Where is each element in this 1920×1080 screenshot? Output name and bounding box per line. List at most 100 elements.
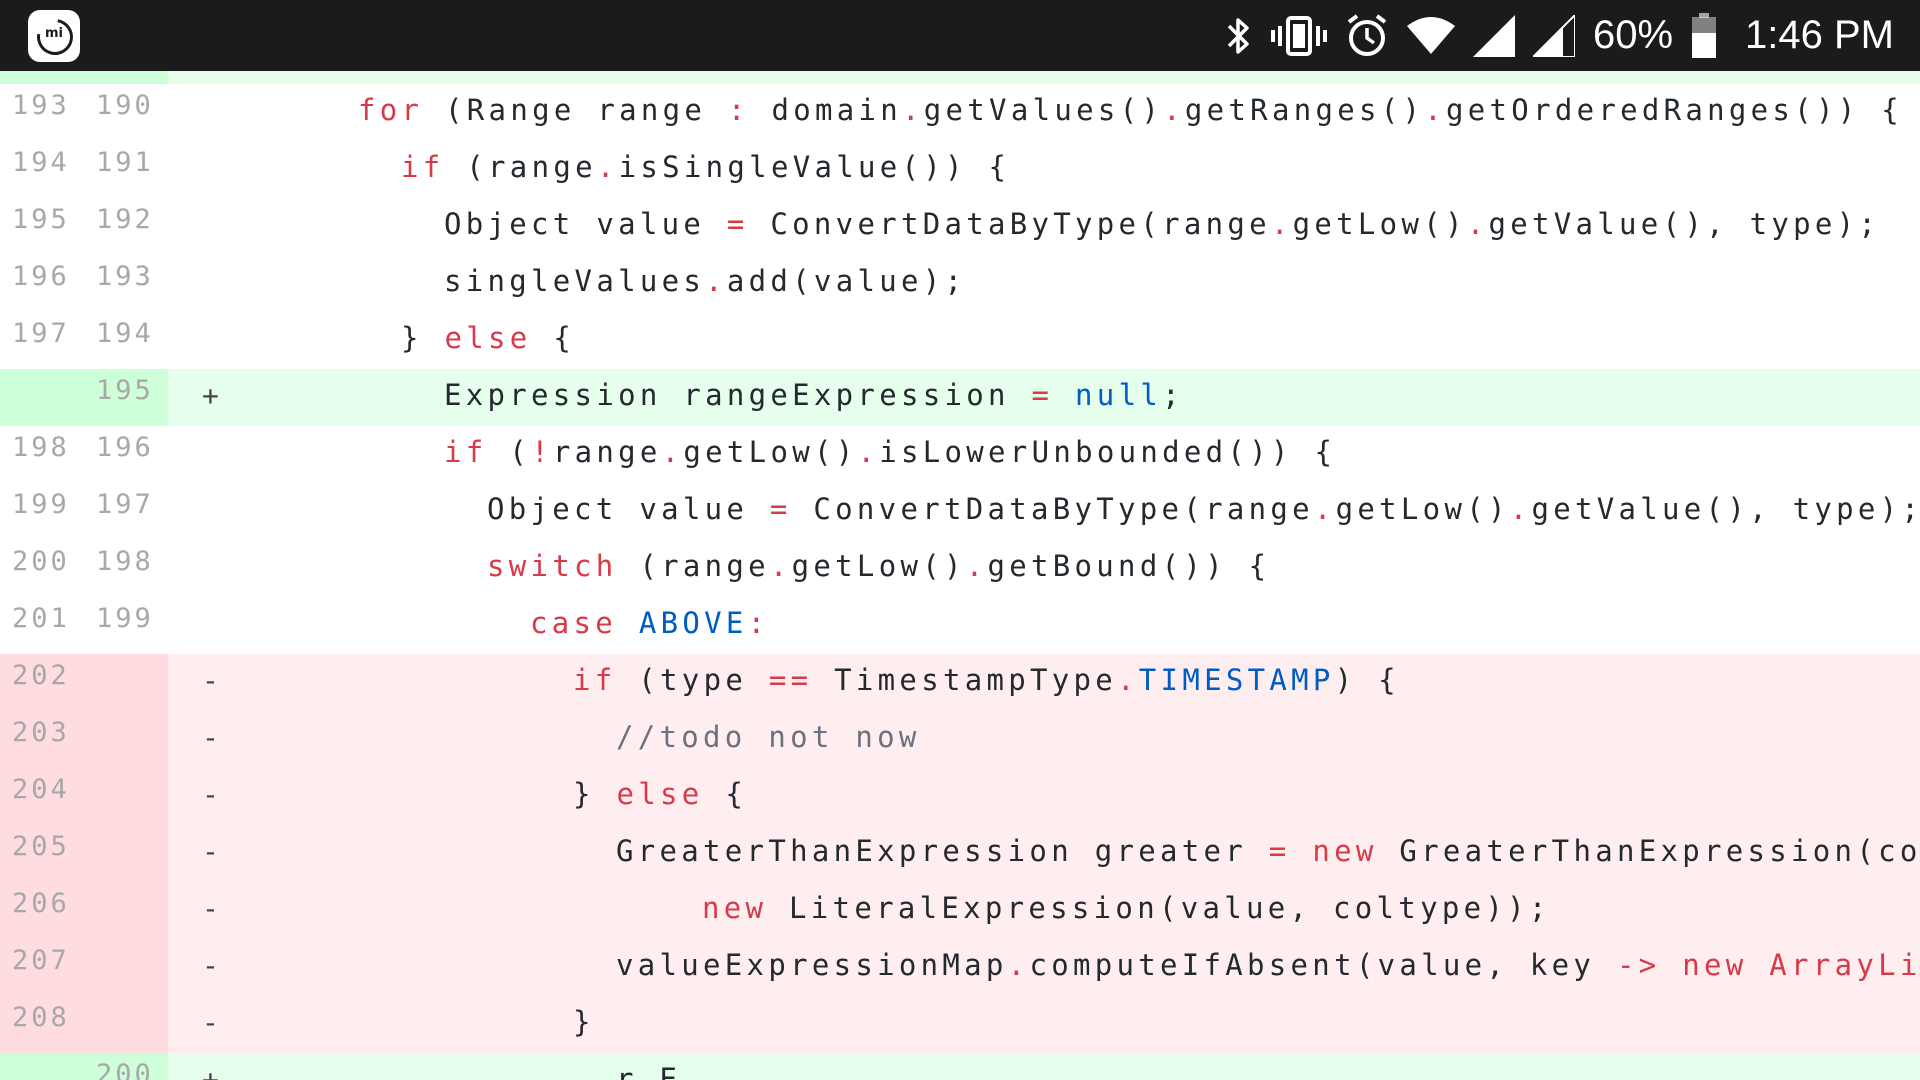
line-number-gutter: 193 190	[0, 84, 168, 141]
code-token: getLow()	[1335, 492, 1510, 526]
diff-marker: +	[202, 379, 219, 412]
code-line: //todo not now	[616, 720, 921, 754]
old-line-number: 198	[12, 432, 70, 463]
code-token: for	[358, 93, 424, 127]
line-number-gutter: 195	[0, 369, 168, 426]
diff-line-removed[interactable]: 205 - GreaterThanExpression greater = new …	[0, 825, 1920, 882]
code-token: Expression rangeExpression	[444, 378, 1032, 412]
code-line: Object value = ConvertDataByType(range.g…	[444, 207, 1880, 241]
code-line: Expression rangeExpression = null;	[444, 378, 1184, 412]
code-token: getValue(), type);	[1531, 492, 1920, 526]
diff-marker: -	[202, 664, 219, 697]
old-line-number: 201	[12, 603, 70, 634]
new-line-number: 191	[96, 147, 154, 178]
diff-line-removed[interactable]: 206 - new LiteralExpression(value, coltype…	[0, 882, 1920, 939]
code-token: ConvertDataByType(range	[791, 492, 1314, 526]
mi-app-label: mi	[44, 26, 63, 41]
code-token: .	[965, 549, 988, 583]
code-line: r.E	[616, 1062, 681, 1080]
old-line-number: 196	[12, 261, 70, 292]
code-token: {	[531, 321, 576, 355]
diff-line-context[interactable]: 195 192 Object value = ConvertDataByType(r…	[0, 198, 1920, 255]
diff-line-removed[interactable]: 207 - valueExpressionMap.computeIfAbsent(v…	[0, 939, 1920, 996]
code-token: .	[1466, 207, 1489, 241]
old-line-number: 207	[12, 945, 70, 976]
code-token: LiteralExpression(value, coltype));	[767, 891, 1551, 925]
new-line-number: 196	[96, 432, 154, 463]
code-token: }	[401, 321, 445, 355]
diff-line-added[interactable]: 195 + Expression rangeExpression = null;	[0, 369, 1920, 426]
diff-marker: -	[202, 949, 219, 982]
line-number-gutter: 204	[0, 768, 168, 825]
code-token: =	[769, 492, 792, 526]
code-line: Object value = ConvertDataByType(range.g…	[487, 492, 1920, 526]
old-line-number: 200	[12, 546, 70, 577]
diff-line-context[interactable]: 193 190 for (Range range : domain.getValue…	[0, 84, 1920, 141]
code-token: (type	[616, 663, 769, 697]
code-token: .	[596, 150, 619, 184]
diff-line-context[interactable]: 199 197 Object value = ConvertDataByType(r…	[0, 483, 1920, 540]
diff-line-removed[interactable]: 204-} else {	[0, 768, 1920, 825]
diff-marker: -	[202, 835, 219, 868]
code-token: r	[616, 1062, 638, 1080]
old-line-number: 199	[12, 489, 70, 520]
code-token: =	[726, 207, 749, 241]
old-line-number: 206	[12, 888, 70, 919]
code-token: add(value);	[726, 264, 967, 298]
line-number-gutter: 207	[0, 939, 168, 996]
code-line: } else {	[401, 321, 575, 355]
code-token: new	[1682, 948, 1748, 982]
line-number-gutter: 197 194	[0, 312, 168, 369]
code-token: isSingleValue()) {	[618, 150, 1011, 184]
code-token: isLowerUnbounded()) {	[879, 435, 1337, 469]
diff-line-context[interactable]: 194 191 if (range.isSingleValue()) {	[0, 141, 1920, 198]
alarm-icon	[1345, 13, 1389, 59]
code-token: .	[769, 549, 792, 583]
diff-line-removed[interactable]: 208 -}	[0, 996, 1920, 1053]
diff-view[interactable]: 193 190 for (Range range : domain.getValue…	[0, 71, 1920, 1080]
code-token: .	[902, 93, 924, 127]
code-token: TimestampType	[812, 663, 1118, 697]
new-line-number: 199	[96, 603, 154, 634]
code-token: (range	[617, 549, 770, 583]
status-bar: mi 60% 1:46 PM	[0, 0, 1920, 71]
code-token: E	[659, 1062, 682, 1080]
code-token: domain	[749, 93, 903, 127]
code-token: getValue(), type);	[1488, 207, 1881, 241]
old-line-number: 202	[12, 660, 70, 691]
code-token: range	[552, 435, 662, 469]
code-token: GreaterThanExpression greater	[616, 834, 1269, 868]
diff-line-context[interactable]: 201 199 case ABOVE:	[0, 597, 1920, 654]
code-token: ==	[768, 663, 813, 697]
code-token: null	[1075, 378, 1163, 412]
diff-line-context[interactable]: 197 194 } else {	[0, 312, 1920, 369]
diff-line-removed[interactable]: 203 - //todo not now	[0, 711, 1920, 768]
code-token: (range	[444, 150, 597, 184]
diff-line-context[interactable]: 198 196 if (!range.getLow().isLowerUnbound…	[0, 426, 1920, 483]
bluetooth-icon	[1225, 14, 1253, 58]
code-token: switch	[487, 549, 618, 583]
code-line: if (!range.getLow().isLowerUnbounded()) …	[444, 435, 1336, 469]
code-token: ArrayLi	[1769, 948, 1920, 982]
code-line: if (type == TimestampType.TIMESTAMP) {	[573, 663, 1400, 697]
code-line: } else {	[573, 777, 747, 811]
code-line: case ABOVE:	[530, 606, 769, 640]
new-line-number: 195	[96, 375, 154, 406]
code-token: getOrderedRanges()) {	[1446, 93, 1903, 127]
diff-line-added[interactable]: 200 + r.E	[0, 1053, 1920, 1080]
diff-line-context[interactable]: 196 193 singleValues.add(value);	[0, 255, 1920, 312]
code-token: getLow()	[791, 549, 966, 583]
new-line-number: 193	[96, 261, 154, 292]
diff-line-removed[interactable]: 202 - if (type == TimestampType.TIMESTAMP)…	[0, 654, 1920, 711]
code-token: getRanges()	[1184, 93, 1425, 127]
diff-line-context[interactable]: 200 198 switch (range.getLow().getBound())…	[0, 540, 1920, 597]
mi-app-icon[interactable]: mi	[28, 10, 81, 63]
code-token: =	[1268, 834, 1291, 868]
code-token: Object value	[444, 207, 727, 241]
code-line: }	[573, 1005, 595, 1039]
code-line: if (range.isSingleValue()) {	[401, 150, 1010, 184]
old-line-number: 205	[12, 831, 70, 862]
old-line-number: 204	[12, 774, 70, 805]
